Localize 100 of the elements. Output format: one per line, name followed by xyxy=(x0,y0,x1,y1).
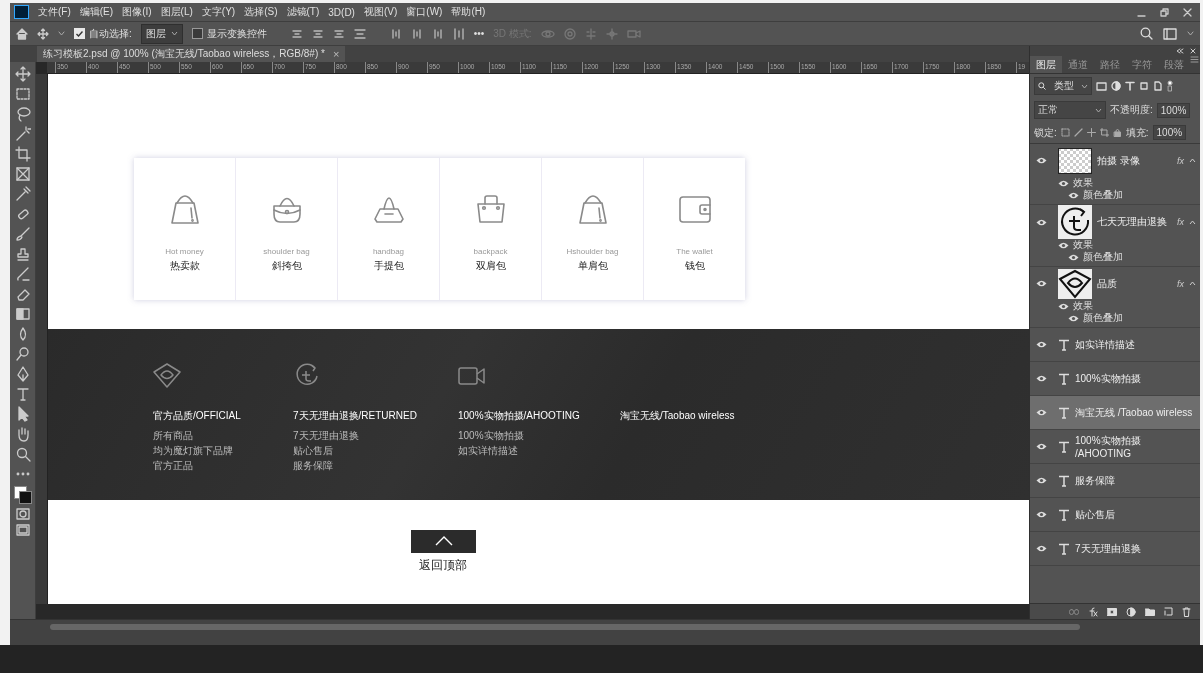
history-tool-icon[interactable] xyxy=(14,266,31,282)
visibility-eye-icon[interactable] xyxy=(1036,409,1047,416)
checkbox[interactable] xyxy=(191,28,203,39)
layer-row[interactable]: 如实详情描述 xyxy=(1030,328,1200,361)
adjustment-layer-icon[interactable] xyxy=(1126,606,1136,617)
align-icon[interactable] xyxy=(290,27,303,40)
layer-row[interactable]: 七天无理由退换 fx xyxy=(1030,205,1200,239)
layer-row[interactable]: 100%实物拍摄 /AHOOTING xyxy=(1030,430,1200,463)
visibility-eye-icon[interactable] xyxy=(1036,280,1047,287)
back-to-top-button[interactable] xyxy=(411,529,476,553)
close-icon[interactable] xyxy=(1183,7,1192,17)
layer-row[interactable]: 7天无理由退换 xyxy=(1030,532,1200,565)
close-icon[interactable] xyxy=(1190,48,1196,54)
panel-tab[interactable]: 段落 xyxy=(1158,56,1190,73)
type-filter-icon[interactable] xyxy=(1125,81,1135,91)
home-icon[interactable] xyxy=(16,27,28,40)
align-icon[interactable] xyxy=(389,27,402,40)
visibility-eye-icon[interactable] xyxy=(1036,341,1047,348)
quick-mask-icon[interactable] xyxy=(15,508,30,520)
expand-caret-icon[interactable] xyxy=(1189,158,1196,163)
menu-item[interactable]: 文件(F) xyxy=(38,5,71,19)
lock-all-icon[interactable] xyxy=(1112,128,1122,137)
panel-tab[interactable]: 图层 xyxy=(1030,56,1062,73)
align-icon[interactable] xyxy=(311,27,324,40)
color-swatches[interactable] xyxy=(13,486,32,504)
visibility-eye-icon[interactable] xyxy=(1058,179,1069,187)
shape-filter-icon[interactable] xyxy=(1139,81,1149,91)
dropper-tool-icon[interactable] xyxy=(14,186,31,202)
filter-dropdown[interactable]: 类型 xyxy=(1034,77,1092,95)
visibility-eye-icon[interactable] xyxy=(1036,511,1047,518)
move-tool-icon[interactable] xyxy=(14,66,31,82)
smart-object-filter-icon[interactable] xyxy=(1153,81,1163,91)
filter-toggle-icon[interactable] xyxy=(1167,80,1173,92)
menu-item[interactable]: 视图(V) xyxy=(363,5,398,19)
layer-mask-icon[interactable] xyxy=(1107,607,1117,616)
visibility-eye-icon[interactable] xyxy=(1036,477,1047,484)
panel-tab[interactable]: 字符 xyxy=(1126,56,1158,73)
lock-artboard-icon[interactable] xyxy=(1099,128,1109,137)
menu-icon[interactable] xyxy=(1190,56,1199,63)
gradient-tool-icon[interactable] xyxy=(14,306,31,322)
expand-caret-icon[interactable] xyxy=(1189,219,1196,225)
menu-item[interactable]: 图层(L) xyxy=(160,5,193,19)
fx-icon[interactable] xyxy=(1088,606,1098,617)
screen-mode-icon[interactable] xyxy=(15,524,30,536)
more-options[interactable]: ••• xyxy=(473,28,485,39)
lock-position-icon[interactable] xyxy=(1086,128,1096,137)
menu-item[interactable]: 帮助(H) xyxy=(451,5,486,19)
expand-caret-icon[interactable] xyxy=(1189,281,1196,286)
align-icon[interactable] xyxy=(332,27,345,40)
wand-tool-icon[interactable] xyxy=(14,126,31,142)
lock-paint-icon[interactable] xyxy=(1073,128,1083,137)
lock-pixels-icon[interactable] xyxy=(1060,128,1070,137)
adjustment-filter-icon[interactable] xyxy=(1111,81,1121,91)
caret-icon[interactable] xyxy=(1187,31,1194,36)
menu-item[interactable]: 图像(I) xyxy=(122,5,152,19)
restore-icon[interactable] xyxy=(1160,7,1169,17)
blend-mode-dropdown[interactable]: 正常 xyxy=(1034,101,1106,119)
visibility-eye-icon[interactable] xyxy=(1068,314,1079,322)
dropdown[interactable]: 图层 xyxy=(140,23,183,44)
document-tab[interactable]: 练习模板2.psd @ 100% (淘宝无线/Taobao wireless，RGB/8#) * × xyxy=(37,46,346,62)
image-filter-icon[interactable] xyxy=(1096,81,1107,91)
frame-tool-icon[interactable] xyxy=(14,166,31,182)
visibility-eye-icon[interactable] xyxy=(1058,302,1069,310)
visibility-eye-icon[interactable] xyxy=(1068,191,1079,199)
folder-icon[interactable] xyxy=(1145,607,1155,616)
tab-close-button[interactable]: × xyxy=(332,48,340,60)
stamp-tool-icon[interactable] xyxy=(14,246,31,262)
marquee-tool-icon[interactable] xyxy=(14,86,31,102)
layer-row[interactable]: 拍摄 录像 fx xyxy=(1030,144,1200,177)
distribute-icon[interactable] xyxy=(452,27,465,40)
align-icon[interactable] xyxy=(431,27,444,40)
panel-tab[interactable]: 通道 xyxy=(1062,56,1094,73)
menu-item[interactable]: 3D(D) xyxy=(328,6,355,18)
workspace-icon[interactable] xyxy=(1163,27,1177,40)
zoom-tool-icon[interactable] xyxy=(14,446,31,462)
layer-row[interactable]: 服务保障 xyxy=(1030,464,1200,497)
menu-item[interactable]: 编辑(E) xyxy=(79,5,114,19)
fill-field[interactable]: 100% xyxy=(1152,125,1187,140)
distribute-icon[interactable] xyxy=(353,27,366,40)
caret-icon[interactable] xyxy=(58,31,65,36)
visibility-eye-icon[interactable] xyxy=(1058,241,1069,249)
collapse-icon[interactable] xyxy=(1176,48,1184,54)
menu-item[interactable]: 窗口(W) xyxy=(406,5,443,19)
move-icon[interactable] xyxy=(37,27,49,40)
app-logo-icon[interactable] xyxy=(14,5,29,19)
trash-icon[interactable] xyxy=(1182,606,1191,617)
horizontal-scrollbar[interactable] xyxy=(50,624,1080,630)
align-icon[interactable] xyxy=(410,27,423,40)
menu-item[interactable]: 滤镜(T) xyxy=(286,5,320,19)
layer-row[interactable]: 100%实物拍摄 xyxy=(1030,362,1200,395)
new-layer-icon[interactable] xyxy=(1164,607,1173,616)
dodge-tool-icon[interactable] xyxy=(14,346,31,362)
menu-item[interactable]: 选择(S) xyxy=(244,5,278,19)
search-icon[interactable] xyxy=(1140,27,1153,40)
visibility-eye-icon[interactable] xyxy=(1068,253,1079,261)
opacity-field[interactable]: 100% xyxy=(1156,102,1191,118)
visibility-eye-icon[interactable] xyxy=(1036,375,1047,382)
back-to-top-label[interactable]: 返回顶部 xyxy=(419,556,467,574)
brush-tool-icon[interactable] xyxy=(14,226,31,242)
visibility-eye-icon[interactable] xyxy=(1036,157,1047,164)
